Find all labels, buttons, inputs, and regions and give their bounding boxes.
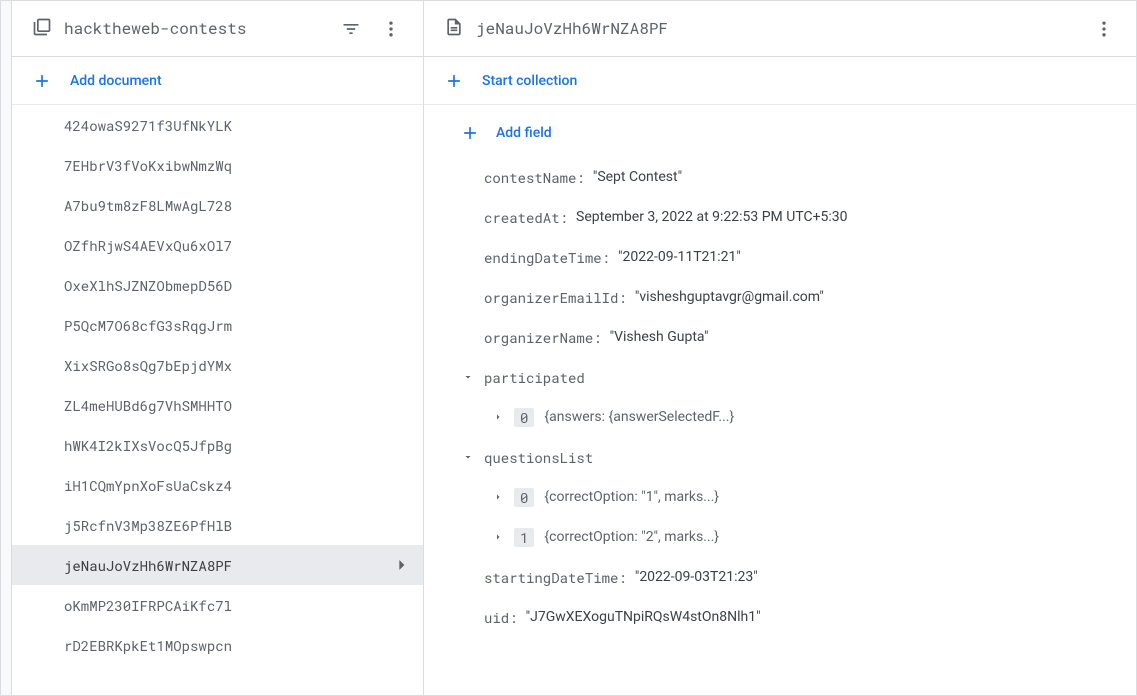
document-title: jeNauJoVzHh6WrNZA8PF bbox=[476, 18, 1084, 39]
document-list-item[interactable]: oKmMP230IFRPCAiKfc7l bbox=[12, 585, 423, 625]
fields-area: Add field contestName: "Sept Contest" cr… bbox=[424, 105, 1136, 695]
document-id: ZL4meHUBd6g7VhSMHHTO bbox=[64, 396, 232, 415]
document-icon bbox=[444, 17, 464, 41]
document-list-item[interactable]: jeNauJoVzHh6WrNZA8PF bbox=[12, 545, 423, 585]
document-list-item[interactable]: OZfhRjwS4AEVxQu6xOl7 bbox=[12, 225, 423, 265]
document-id: iH1CQmYpnXoFsUaCskz4 bbox=[64, 476, 232, 495]
add-field-label: Add field bbox=[496, 125, 552, 141]
document-id: hWK4I2kIXsVocQ5JfpBg bbox=[64, 436, 232, 455]
expand-toggle-right-icon[interactable] bbox=[424, 531, 514, 543]
document-overflow-menu-icon[interactable] bbox=[1084, 9, 1124, 49]
document-id: j5RcfnV3Mp38ZE6PfHlB bbox=[64, 516, 232, 535]
field-uid[interactable]: uid: "J7GwXEXoguTNpiRQsW4stOn8Nlh1" bbox=[424, 597, 1136, 637]
expand-toggle-right-icon[interactable] bbox=[424, 411, 514, 423]
expand-toggle-down-icon[interactable] bbox=[424, 371, 484, 383]
document-list-item[interactable]: rD2EBRKpkEt1MOpswpcn bbox=[12, 625, 423, 665]
document-id: OZfhRjwS4AEVxQu6xOl7 bbox=[64, 236, 232, 255]
document-list-item[interactable]: j5RcfnV3Mp38ZE6PfHlB bbox=[12, 505, 423, 545]
collection-panel: hacktheweb-contests Add document 424owaS… bbox=[12, 1, 424, 695]
document-list-item[interactable]: ZL4meHUBd6g7VhSMHHTO bbox=[12, 385, 423, 425]
document-id: OxeXlhSJZNZObmepD56D bbox=[64, 276, 232, 295]
document-list-item[interactable]: P5QcM7O68cfG3sRqgJrm bbox=[12, 305, 423, 345]
field-endingdatetime[interactable]: endingDateTime: "2022-09-11T21:21" bbox=[424, 237, 1136, 277]
document-list[interactable]: 424owaS9271f3UfNkYLK 7EHbrV3fVoKxibwNmzWq… bbox=[12, 105, 423, 695]
document-list-item[interactable]: 7EHbrV3fVoKxibwNmzWq bbox=[12, 145, 423, 185]
document-id: 424owaS9271f3UfNkYLK bbox=[64, 116, 232, 135]
collection-icon bbox=[32, 17, 52, 41]
start-collection-button[interactable]: Start collection bbox=[424, 57, 1136, 105]
document-list-item[interactable]: OxeXlhSJZNZObmepD56D bbox=[12, 265, 423, 305]
expand-toggle-down-icon[interactable] bbox=[424, 451, 484, 463]
document-id: jeNauJoVzHh6WrNZA8PF bbox=[64, 556, 232, 575]
field-questionslist[interactable]: questionsList bbox=[424, 437, 1136, 477]
overflow-menu-icon[interactable] bbox=[371, 9, 411, 49]
field-participated[interactable]: participated bbox=[424, 357, 1136, 397]
field-startingdatetime[interactable]: startingDateTime: "2022-09-03T21:23" bbox=[424, 557, 1136, 597]
document-list-item[interactable]: iH1CQmYpnXoFsUaCskz4 bbox=[12, 465, 423, 505]
document-id: P5QcM7O68cfG3sRqgJrm bbox=[64, 316, 232, 335]
add-document-button[interactable]: Add document bbox=[12, 57, 423, 105]
field-createdat[interactable]: createdAt: September 3, 2022 at 9:22:53 … bbox=[424, 197, 1136, 237]
field-questionslist-1[interactable]: 1 {correctOption: "2", marks...} bbox=[424, 517, 1136, 557]
document-header: jeNauJoVzHh6WrNZA8PF bbox=[424, 1, 1136, 57]
filter-icon[interactable] bbox=[331, 9, 371, 49]
field-questionslist-0[interactable]: 0 {correctOption: "1", marks...} bbox=[424, 477, 1136, 517]
collection-title: hacktheweb-contests bbox=[64, 18, 331, 39]
document-id: XixSRGo8sQg7bEpjdYMx bbox=[64, 356, 232, 375]
document-id: rD2EBRKpkEt1MOpswpcn bbox=[64, 636, 232, 655]
field-organizeremail[interactable]: organizerEmailId: "visheshguptavgr@gmail… bbox=[424, 277, 1136, 317]
document-list-item[interactable]: hWK4I2kIXsVocQ5JfpBg bbox=[12, 425, 423, 465]
document-list-item[interactable]: 424owaS9271f3UfNkYLK bbox=[12, 105, 423, 145]
chevron-right-icon bbox=[391, 555, 411, 575]
add-document-label: Add document bbox=[70, 73, 162, 89]
document-panel: jeNauJoVzHh6WrNZA8PF Start collection Ad… bbox=[424, 1, 1136, 695]
field-participated-0[interactable]: 0 {answers: {answerSelectedF...} bbox=[424, 397, 1136, 437]
expand-toggle-right-icon[interactable] bbox=[424, 491, 514, 503]
document-id: 7EHbrV3fVoKxibwNmzWq bbox=[64, 156, 232, 175]
firestore-panels: hacktheweb-contests Add document 424owaS… bbox=[0, 0, 1137, 696]
collection-header: hacktheweb-contests bbox=[12, 1, 423, 57]
field-contestname[interactable]: contestName: "Sept Contest" bbox=[424, 157, 1136, 197]
left-gutter bbox=[1, 1, 12, 695]
document-id: oKmMP230IFRPCAiKfc7l bbox=[64, 596, 232, 615]
document-list-item[interactable]: XixSRGo8sQg7bEpjdYMx bbox=[12, 345, 423, 385]
add-field-button[interactable]: Add field bbox=[424, 109, 1136, 157]
start-collection-label: Start collection bbox=[482, 73, 577, 89]
field-organizername[interactable]: organizerName: "Vishesh Gupta" bbox=[424, 317, 1136, 357]
document-list-item[interactable]: A7bu9tm8zF8LMwAgL728 bbox=[12, 185, 423, 225]
document-id: A7bu9tm8zF8LMwAgL728 bbox=[64, 196, 232, 215]
